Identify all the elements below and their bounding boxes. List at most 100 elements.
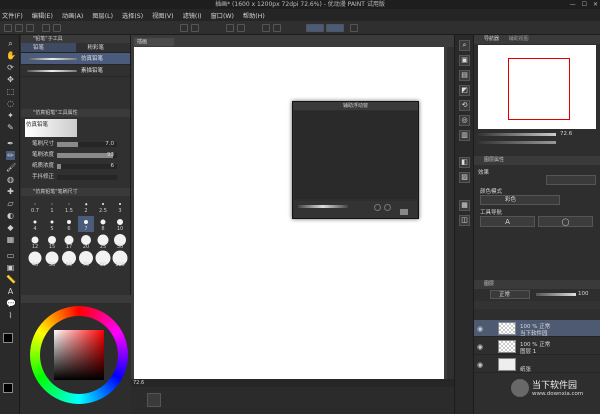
new-file-icon[interactable] bbox=[4, 24, 12, 32]
size-cell[interactable]: 70 bbox=[78, 251, 94, 268]
color-wheel[interactable] bbox=[30, 306, 128, 404]
navigator-view-rect[interactable] bbox=[508, 58, 570, 120]
airbrush-icon[interactable]: ◍ bbox=[6, 175, 15, 184]
hand-icon[interactable]: ✋ bbox=[6, 51, 16, 60]
eye-icon[interactable]: ◉ bbox=[477, 361, 483, 369]
prop-slider[interactable] bbox=[57, 164, 117, 169]
balloon-icon[interactable]: 💬 bbox=[6, 299, 16, 308]
size-cell[interactable]: 50 bbox=[44, 251, 60, 268]
subview-tab[interactable]: 辅助视图 bbox=[509, 36, 529, 42]
size-cell[interactable]: 30 bbox=[112, 234, 128, 250]
effect-buttons[interactable] bbox=[546, 175, 596, 185]
ruler-icon[interactable]: 📏 bbox=[6, 275, 16, 284]
brush-item-sketch-pencil[interactable]: 素描铅笔 bbox=[21, 65, 130, 77]
correct-line-icon[interactable]: ⌇ bbox=[6, 311, 15, 320]
menu-animation[interactable]: 动画(A) bbox=[62, 11, 83, 20]
brush-icon[interactable]: 🖌 bbox=[6, 163, 16, 172]
menu-filter[interactable]: 滤镜(I) bbox=[183, 11, 202, 20]
effect-dock-icon[interactable]: ▨ bbox=[459, 172, 470, 183]
navigator-zoom-slider[interactable] bbox=[478, 133, 556, 136]
save-icon[interactable] bbox=[26, 24, 34, 32]
size-cell[interactable]: 17 bbox=[61, 234, 77, 250]
canvas-zoom-readout[interactable]: 72.6 bbox=[133, 380, 144, 386]
main-color-swatch-2[interactable] bbox=[3, 383, 13, 393]
maximize-button[interactable]: ☐ bbox=[582, 0, 587, 9]
menu-window[interactable]: 窗口(W) bbox=[211, 11, 234, 20]
prop-brush-density[interactable]: 笔刷浓度 93 bbox=[21, 150, 130, 161]
menu-view[interactable]: 视图(V) bbox=[152, 11, 173, 20]
opacity-value[interactable]: 100 bbox=[578, 291, 589, 297]
size-cell[interactable]: 1.5 bbox=[61, 198, 77, 214]
stroke-preset-2-icon[interactable] bbox=[326, 24, 344, 32]
main-color-swatch[interactable] bbox=[3, 333, 13, 343]
eraser-icon[interactable]: ▱ bbox=[6, 199, 15, 208]
zoom-out-icon[interactable] bbox=[384, 204, 391, 211]
move-icon[interactable]: ✥ bbox=[6, 75, 15, 84]
eye-icon[interactable]: ◉ bbox=[477, 325, 483, 333]
prop-paper-density[interactable]: 纸质浓度 6 bbox=[21, 161, 130, 172]
menu-help[interactable]: 帮助(H) bbox=[243, 11, 265, 20]
saturation-value-square[interactable] bbox=[54, 330, 104, 380]
action-dock-icon[interactable]: ▦ bbox=[459, 200, 470, 211]
fill-bucket-icon[interactable]: ◆ bbox=[6, 223, 15, 232]
prop-slider[interactable] bbox=[57, 175, 117, 180]
size-cell[interactable]: 25 bbox=[95, 234, 111, 250]
balloon-nav-button[interactable]: ◯ bbox=[538, 216, 593, 227]
history-dock-icon[interactable]: ⟲ bbox=[459, 100, 470, 111]
size-cell[interactable]: 20 bbox=[78, 234, 94, 250]
size-cell-selected[interactable]: 7 bbox=[78, 216, 94, 232]
search-dock-icon[interactable]: ◎ bbox=[459, 115, 470, 126]
menu-select[interactable]: 选择(S) bbox=[122, 11, 143, 20]
pen-icon[interactable]: ✒ bbox=[6, 139, 15, 148]
size-cell[interactable]: 4 bbox=[27, 216, 43, 232]
text-nav-button[interactable]: A bbox=[480, 216, 535, 227]
frame-icon[interactable]: ▣ bbox=[6, 263, 15, 272]
deselect-icon[interactable] bbox=[237, 24, 245, 32]
size-cell[interactable]: 12 bbox=[27, 234, 43, 250]
stroke-preset-1-icon[interactable] bbox=[306, 24, 324, 32]
layer-row-selected[interactable]: ◉ 100 % 正常 当下软件园 bbox=[474, 320, 600, 337]
rotate-icon[interactable]: ⟳ bbox=[6, 63, 15, 72]
size-cell[interactable]: 40 bbox=[27, 251, 43, 268]
prop-stabilization[interactable]: 手抖修正 bbox=[21, 172, 130, 183]
select-rect-icon[interactable]: ⬚ bbox=[6, 87, 15, 96]
opacity-slider[interactable] bbox=[536, 293, 576, 296]
subview-dock-icon[interactable]: ▣ bbox=[459, 55, 470, 66]
tab-canvas[interactable]: 插画 bbox=[134, 38, 174, 46]
text-icon[interactable]: A bbox=[6, 287, 15, 296]
layer-search-dock-icon[interactable]: ▥ bbox=[459, 130, 470, 141]
figure-icon[interactable]: ▭ bbox=[6, 251, 15, 260]
eye-icon[interactable]: ◉ bbox=[477, 343, 483, 351]
transform-icon[interactable] bbox=[226, 24, 234, 32]
floating-zoom-slider[interactable] bbox=[298, 205, 348, 208]
layer-property-dock-icon[interactable]: ◧ bbox=[459, 157, 470, 168]
canvas-scrollbar[interactable] bbox=[447, 47, 454, 379]
blend-icon[interactable]: ◐ bbox=[6, 211, 15, 220]
menu-file[interactable]: 文件(F) bbox=[2, 11, 23, 20]
size-cell[interactable]: 60 bbox=[61, 251, 77, 268]
navigator-rotate-slider[interactable] bbox=[478, 141, 556, 144]
decoration-icon[interactable]: ✚ bbox=[6, 187, 15, 196]
timeline-icon[interactable] bbox=[147, 393, 161, 407]
brush-item-real-pencil[interactable]: 仿真铅笔 bbox=[21, 53, 130, 65]
size-cell[interactable]: 6 bbox=[61, 216, 77, 232]
undo-icon[interactable] bbox=[42, 24, 50, 32]
eyedropper-icon[interactable]: ✎ bbox=[6, 123, 15, 132]
material-dock-icon[interactable]: ◩ bbox=[459, 85, 470, 96]
menu-layer[interactable]: 图层(L) bbox=[92, 11, 113, 20]
close-button[interactable]: ✕ bbox=[593, 0, 598, 9]
folder-icon[interactable] bbox=[400, 209, 408, 215]
floating-window[interactable]: 辅助浮动窗 bbox=[292, 101, 419, 219]
zoom-icon[interactable]: ⌕ bbox=[6, 39, 15, 48]
layer-row[interactable]: ◉ 100 % 正常 图层 1 bbox=[474, 338, 600, 355]
pencil-icon[interactable]: ✏ bbox=[6, 151, 15, 160]
size-cell[interactable]: 15 bbox=[44, 234, 60, 250]
navigator-preview[interactable] bbox=[478, 45, 596, 129]
menu-edit[interactable]: 编辑(E) bbox=[32, 11, 53, 20]
lasso-icon[interactable]: ◌ bbox=[6, 99, 15, 108]
zoom-in-icon[interactable] bbox=[374, 204, 381, 211]
redo-icon[interactable] bbox=[53, 24, 61, 32]
size-cell[interactable]: 80 bbox=[95, 250, 111, 268]
minimize-button[interactable]: — bbox=[570, 0, 576, 9]
clear-icon[interactable] bbox=[180, 24, 188, 32]
